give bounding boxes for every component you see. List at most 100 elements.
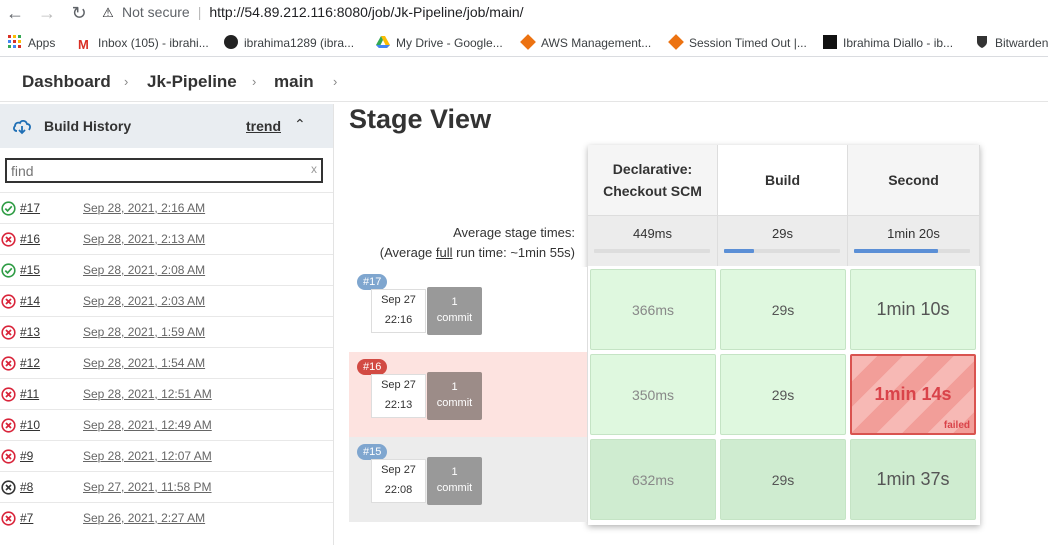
stage-header-build[interactable]: Build [718,145,848,215]
run-date: Sep 27 22:16 [371,289,426,333]
build-number-link[interactable]: #12 [20,356,40,370]
run-date: Sep 27 22:08 [371,459,426,503]
build-history-title: Build History [44,118,132,134]
address-bar[interactable]: ⚠ Not secure | http://54.89.212.116:8080/jo… [100,2,524,22]
stage-header-second[interactable]: Second [848,145,980,215]
find-box: x [5,158,323,183]
bookmark-aws-management[interactable]: AWS Management... [520,34,651,51]
build-list: #17 Sep 28, 2021, 2:16 AM #16 Sep 28, 2021,… [0,192,333,533]
build-number-link[interactable]: #16 [20,232,40,246]
breadcrumb: Dashboard › Jk-Pipeline › main › [0,62,1048,102]
build-history-panel: Build History trend ⌃ x #17 Sep 28, 2021,… [0,104,334,545]
build-date-link[interactable]: Sep 28, 2021, 1:54 AM [83,356,205,370]
build-date-link[interactable]: Sep 28, 2021, 2:16 AM [83,201,205,215]
run-commits-button[interactable]: 1 commit [427,372,482,420]
failed-status-icon [1,294,16,309]
average-stage-times-label: Average stage times: (Average full run t… [379,225,575,260]
build-number-link[interactable]: #11 [20,387,39,401]
warning-triangle-icon: ⚠ [102,5,114,20]
build-date-link[interactable]: Sep 28, 2021, 12:51 AM [83,387,212,401]
build-number-link[interactable]: #10 [20,418,40,432]
avg-time-second: 1min 20s [848,215,980,266]
build-number-link[interactable]: #7 [20,511,33,525]
build-row: #14 Sep 28, 2021, 2:03 AM [0,285,333,316]
not-secure-label: Not secure [122,4,190,20]
full-run-link[interactable]: full [436,245,453,260]
run-badge[interactable]: #15 [357,444,388,460]
forward-arrow-icon[interactable]: → [36,2,58,24]
build-row: #9 Sep 28, 2021, 12:07 AM [0,440,333,471]
aws-icon [520,34,536,50]
run-commits-button[interactable]: 1 commit [427,457,482,505]
stage-cell-checkout-scm[interactable]: 366ms [590,269,716,350]
chevron-right-icon[interactable]: › [252,74,256,89]
build-number-link[interactable]: #15 [20,263,40,277]
build-row: #17 Sep 28, 2021, 2:16 AM [0,192,333,223]
failed-status-icon [1,356,16,371]
stage-cell-build[interactable]: 29s [720,439,846,520]
stage-cell-checkout-scm[interactable]: 350ms [590,354,716,435]
stage-header-checkout-scm[interactable]: Declarative: Checkout SCM [588,145,718,215]
breadcrumb-main[interactable]: main [274,72,314,92]
run-commits-button[interactable]: 1 commit [427,287,482,335]
gmail-icon: M [78,37,89,52]
url-text: http://54.89.212.116:8080/job/Jk-Pipelin… [209,4,524,20]
build-number-link[interactable]: #8 [20,480,33,494]
avg-time-checkout-scm: 449ms [588,215,718,266]
trend-link[interactable]: trend [246,118,281,134]
failed-status-icon [1,325,16,340]
build-number-link[interactable]: #14 [20,294,40,308]
build-date-link[interactable]: Sep 28, 2021, 2:13 AM [83,232,205,246]
build-row: #10 Sep 28, 2021, 12:49 AM [0,409,333,440]
stage-cell-checkout-scm[interactable]: 632ms [590,439,716,520]
avg-time-bar [854,249,970,253]
find-input[interactable] [11,162,301,180]
breadcrumb-jk-pipeline[interactable]: Jk-Pipeline [147,72,237,92]
failed-status-icon [1,449,16,464]
bookmark-ibrahima-diallo[interactable]: Ibrahima Diallo - ib... [823,35,953,51]
bookmark-github[interactable]: ibrahima1289 (ibra... [224,35,354,51]
stage-cell-second-failed[interactable]: 1min 14s failed [850,354,976,435]
failed-tag: failed [943,420,970,431]
chevron-right-icon[interactable]: › [124,74,128,89]
build-date-link[interactable]: Sep 28, 2021, 2:08 AM [83,263,205,277]
bookmark-apps[interactable]: Apps [8,35,55,51]
avg-time-bar [594,249,710,253]
breadcrumb-dashboard[interactable]: Dashboard [22,72,111,92]
chevron-right-icon[interactable]: › [333,74,337,89]
reload-icon[interactable]: ↻ [68,2,90,24]
stage-cell-build[interactable]: 29s [720,354,846,435]
aws-icon [668,34,684,50]
collapse-caret-icon[interactable]: ⌃ [294,116,306,133]
run-badge[interactable]: #16 [357,359,388,375]
stage-cell-build[interactable]: 29s [720,269,846,350]
stage-cell-second[interactable]: 1min 37s [850,439,976,520]
github-icon [224,35,238,49]
build-number-link[interactable]: #9 [20,449,33,463]
bookmarks-bar: Apps M Inbox (105) - ibrahi... ibrahima12… [0,29,1048,57]
bookmark-bitwarden[interactable]: Bitwarden [975,35,1048,51]
back-arrow-icon[interactable]: ← [4,2,26,24]
failed-status-icon [1,511,16,526]
build-date-link[interactable]: Sep 28, 2021, 2:03 AM [83,294,205,308]
build-date-link[interactable]: Sep 26, 2021, 2:27 AM [83,511,205,525]
build-number-link[interactable]: #17 [20,201,40,215]
aborted-status-icon [1,480,16,495]
build-date-link[interactable]: Sep 28, 2021, 12:49 AM [83,418,212,432]
build-date-link[interactable]: Sep 28, 2021, 12:07 AM [83,449,212,463]
avg-time-build: 29s [718,215,848,266]
stage-cell-second[interactable]: 1min 10s [850,269,976,350]
clear-find-icon[interactable]: x [311,162,317,176]
bookmark-gmail[interactable]: M Inbox (105) - ibrahi... [78,35,209,52]
run-date: Sep 27 22:13 [371,374,426,418]
run-badge[interactable]: #17 [357,274,388,290]
build-date-link[interactable]: Sep 28, 2021, 1:59 AM [83,325,205,339]
build-number-link[interactable]: #13 [20,325,40,339]
success-status-icon [1,201,16,216]
failed-status-icon [1,232,16,247]
hashnode-icon [823,35,837,49]
build-date-link[interactable]: Sep 27, 2021, 11:58 PM [83,480,212,494]
success-status-icon [1,263,16,278]
bookmark-session-timed-out[interactable]: Session Timed Out |... [668,34,807,51]
bookmark-drive[interactable]: My Drive - Google... [376,35,503,51]
